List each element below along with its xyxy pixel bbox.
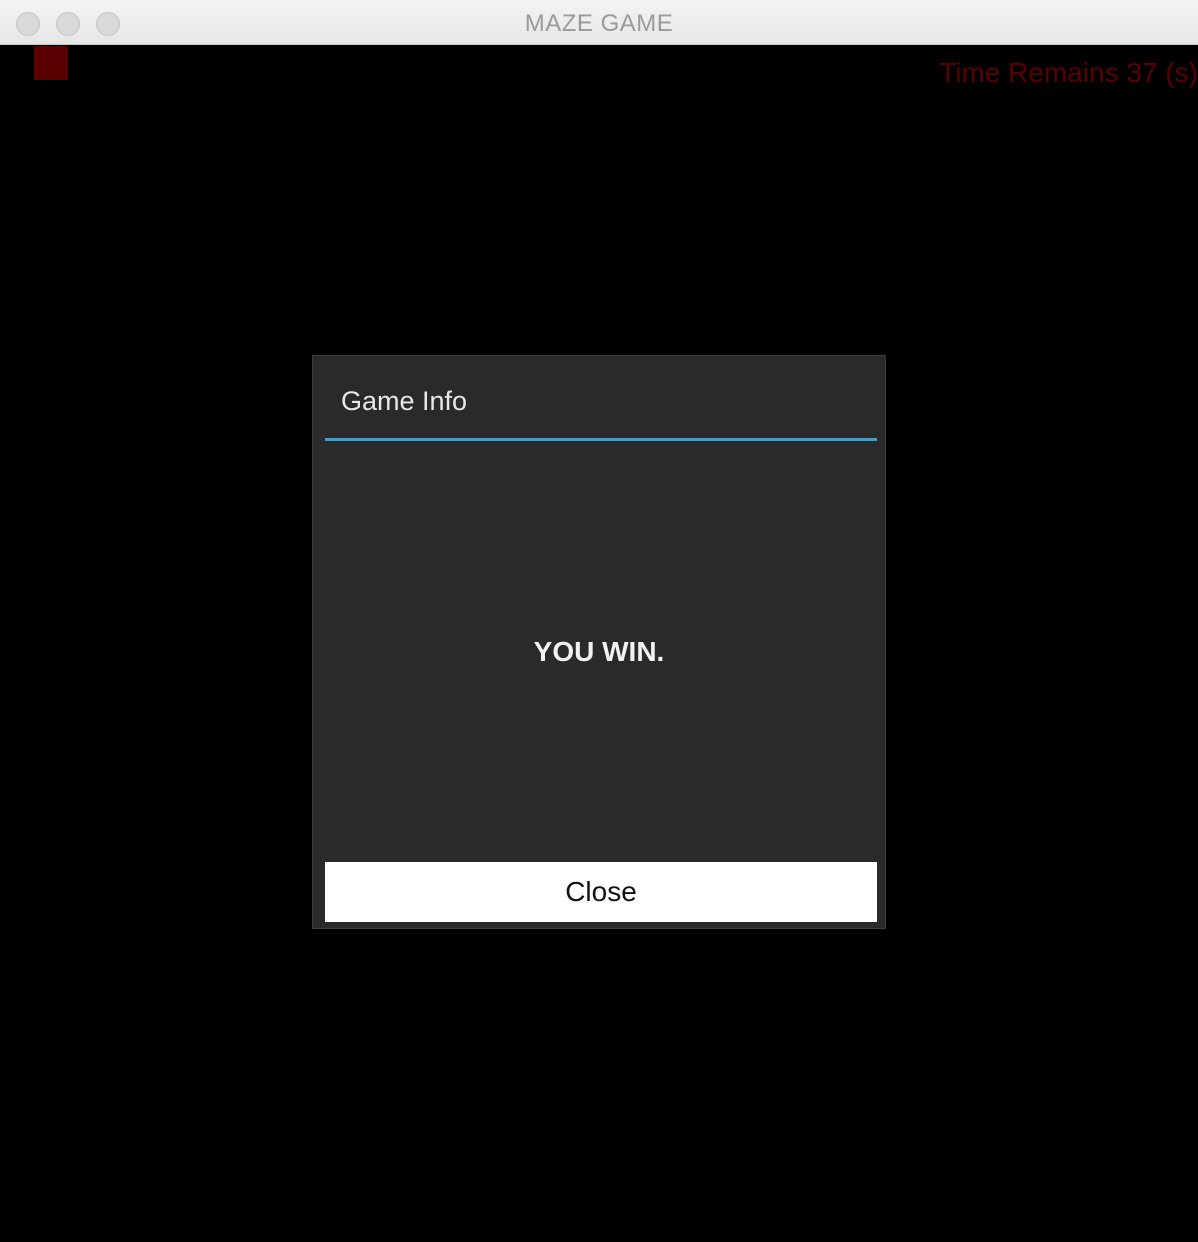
win-message: YOU WIN. [533,636,665,667]
time-remaining-label: Time Remains 37 (s) [939,57,1198,88]
player-marker [34,46,68,80]
game-info-dialog: Game Info YOU WIN. Close [312,355,886,929]
title-bar[interactable]: MAZE GAME [0,0,1198,45]
app-window: MAZE GAME Time Remains 37 (s) Game Info … [0,0,1198,1242]
maze-canvas[interactable]: Time Remains 37 (s) Game Info YOU WIN. C… [0,45,1198,1242]
window-title: MAZE GAME [524,10,674,37]
dialog-title-divider [325,438,877,441]
close-button[interactable]: Close [325,862,877,922]
dialog-title: Game Info [341,386,468,416]
